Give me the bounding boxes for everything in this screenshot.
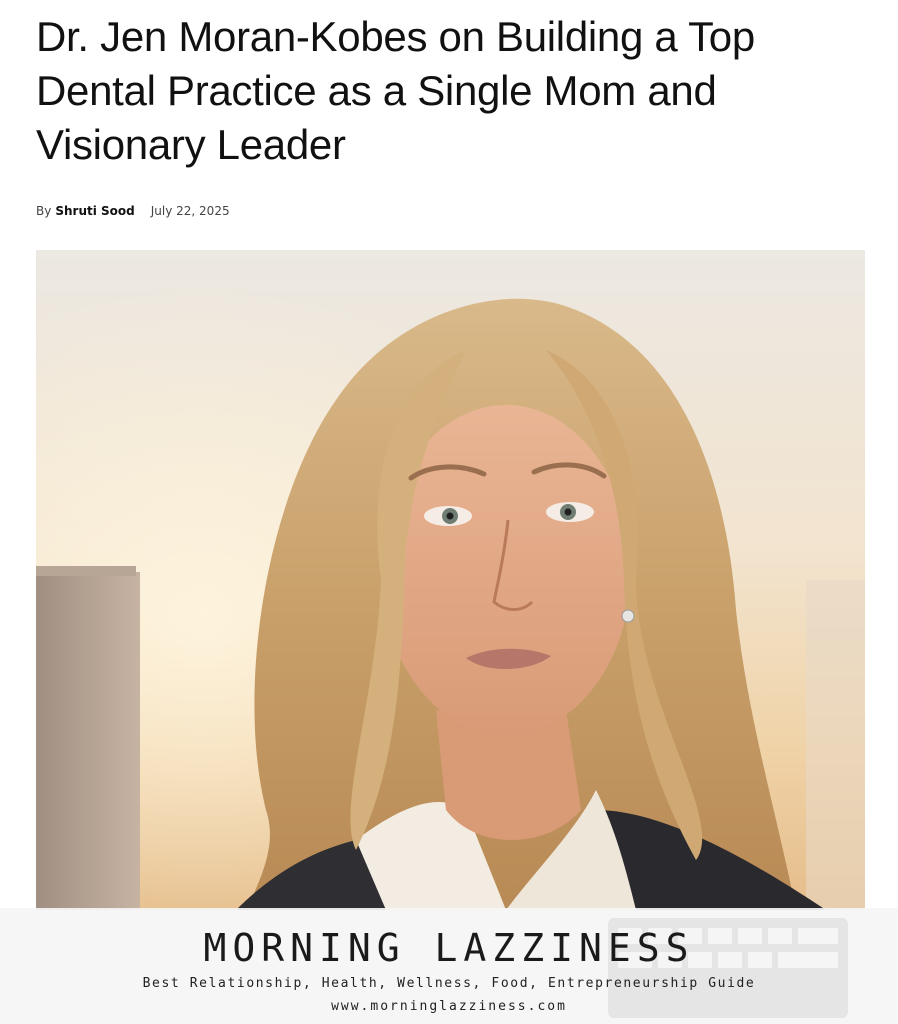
byline: By Shruti Sood July 22, 2025 — [36, 204, 230, 218]
publish-date: July 22, 2025 — [150, 204, 230, 218]
building-shape — [36, 572, 140, 910]
site-name: MORNING LAZZINESS — [203, 926, 695, 970]
site-url: www.morninglazziness.com — [331, 999, 567, 1014]
author-link[interactable]: Shruti Sood — [55, 204, 134, 218]
site-tagline: Best Relationship, Health, Wellness, Foo… — [142, 976, 756, 991]
hero-image — [36, 250, 865, 910]
portrait-photo — [36, 250, 865, 910]
byline-prefix: By — [36, 204, 52, 218]
article-title: Dr. Jen Moran-Kobes on Building a Top De… — [36, 13, 755, 168]
